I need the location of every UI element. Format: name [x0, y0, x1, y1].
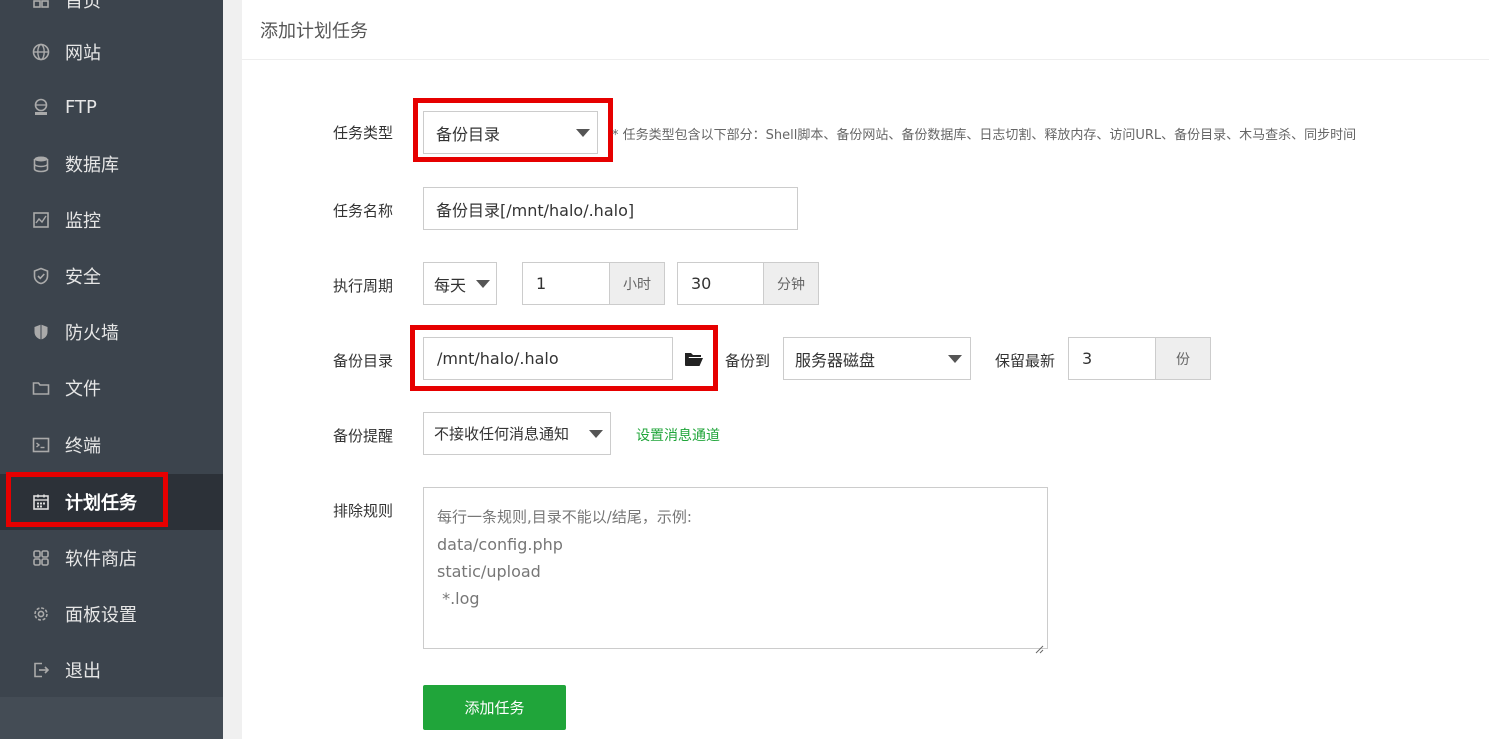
apps-grid-icon: [32, 549, 50, 567]
folder-icon: [32, 379, 50, 397]
sidebar: 首页 网站 FTP 数据库 监控 安全 防火墙 文件 终端 计划任务 软件商店 …: [0, 0, 223, 739]
backup-to-select[interactable]: 服务器磁盘: [783, 337, 971, 380]
minute-value: 30: [691, 274, 712, 293]
sidebar-item-database[interactable]: 数据库: [0, 136, 223, 192]
logout-icon: [32, 661, 50, 679]
database-icon: [32, 155, 50, 173]
sidebar-item-label: 首页: [65, 0, 101, 12]
task-type-label: 任务类型: [333, 124, 394, 142]
folder-open-icon: [684, 351, 704, 367]
notify-channel-link[interactable]: 设置消息通道: [636, 425, 720, 445]
folder-open-button[interactable]: [672, 337, 716, 380]
chevron-down-icon: [948, 355, 962, 363]
notify-label: 备份提醒: [333, 427, 394, 445]
terminal-icon: [32, 436, 50, 454]
backup-dir-value: /mnt/halo/.halo: [437, 349, 559, 368]
sidebar-item-app-store[interactable]: 软件商店: [0, 530, 223, 586]
sidebar-item-monitor[interactable]: 监控: [0, 192, 223, 248]
sidebar-item-label: 网站: [65, 43, 101, 64]
cycle-period-select[interactable]: 每天: [423, 262, 497, 305]
sidebar-item-label: 监控: [65, 211, 101, 232]
gear-icon: [32, 605, 50, 623]
keep-unit-addon: 份: [1155, 337, 1211, 380]
sidebar-item-settings[interactable]: 面板设置: [0, 586, 223, 642]
chevron-down-icon: [589, 430, 603, 438]
add-task-button[interactable]: 添加任务: [423, 685, 566, 730]
sidebar-item-label: 数据库: [65, 155, 119, 176]
shield-check-icon: [32, 267, 50, 285]
exclude-label: 排除规则: [333, 502, 394, 520]
globe-icon: [32, 43, 50, 61]
sidebar-item-label: 软件商店: [65, 549, 137, 570]
sidebar-item-cron[interactable]: 计划任务: [0, 474, 223, 530]
sidebar-item-label: 文件: [65, 379, 101, 400]
sidebar-item-label: 安全: [65, 267, 101, 288]
chevron-down-icon: [576, 129, 590, 137]
task-name-value: 备份目录[/mnt/halo/.halo]: [436, 200, 635, 220]
firewall-shield-icon: [32, 323, 50, 341]
ftp-icon: [32, 98, 50, 116]
exclude-placeholder-line: data/config.php: [437, 535, 563, 554]
exclude-placeholder-line: 每行一条规则,目录不能以/结尾，示例:: [437, 508, 692, 526]
exclude-placeholder-line: *.log: [437, 589, 480, 608]
sidebar-item-label: 防火墙: [65, 323, 119, 344]
page-title: 添加计划任务: [260, 21, 368, 42]
notify-value: 不接收任何消息通知: [434, 425, 570, 443]
backup-to-value: 服务器磁盘: [795, 350, 876, 370]
keep-latest-label: 保留最新: [995, 352, 1056, 370]
sidebar-item-website[interactable]: 网站: [0, 24, 223, 80]
sidebar-item-firewall[interactable]: 防火墙: [0, 304, 223, 360]
sidebar-footer: [0, 697, 223, 739]
keep-latest-input[interactable]: 3: [1068, 337, 1156, 380]
exclude-textarea[interactable]: 每行一条规则,目录不能以/结尾，示例: data/config.php stat…: [423, 487, 1048, 654]
hour-unit-addon: 小时: [609, 262, 665, 305]
minute-unit-addon: 分钟: [763, 262, 819, 305]
cycle-label: 执行周期: [333, 277, 394, 295]
chevron-down-icon: [476, 280, 490, 288]
monitor-icon: [32, 211, 50, 229]
sidebar-item-label: 计划任务: [65, 493, 137, 514]
task-type-hint: * 任务类型包含以下部分：Shell脚本、备份网站、备份数据库、日志切割、释放内…: [612, 128, 1357, 143]
sidebar-item-label: 面板设置: [65, 605, 137, 626]
sidebar-item-label: 终端: [65, 436, 101, 457]
task-name-input[interactable]: 备份目录[/mnt/halo/.halo]: [423, 187, 798, 230]
keep-latest-value: 3: [1082, 349, 1093, 368]
cycle-period-value: 每天: [434, 275, 467, 295]
home-icon: [32, 0, 50, 9]
sidebar-item-terminal[interactable]: 终端: [0, 417, 223, 473]
hour-input[interactable]: 1: [522, 262, 610, 305]
sidebar-item-ftp[interactable]: FTP: [0, 79, 223, 135]
resize-handle-icon[interactable]: [1034, 635, 1044, 654]
sidebar-item-security[interactable]: 安全: [0, 248, 223, 304]
task-name-label: 任务名称: [333, 202, 394, 220]
sidebar-item-logout[interactable]: 退出: [0, 642, 223, 698]
backup-dir-input[interactable]: /mnt/halo/.halo: [423, 337, 673, 380]
backup-to-label: 备份到: [725, 352, 771, 370]
task-type-select[interactable]: 备份目录: [423, 111, 598, 154]
minute-input[interactable]: 30: [677, 262, 764, 305]
exclude-placeholder-line: static/upload: [437, 562, 541, 581]
sidebar-item-files[interactable]: 文件: [0, 360, 223, 416]
page-header: 添加计划任务: [242, 0, 1489, 60]
calendar-icon: [32, 493, 50, 511]
sidebar-item-label: FTP: [65, 96, 97, 118]
backup-dir-label: 备份目录: [333, 352, 394, 370]
notify-select[interactable]: 不接收任何消息通知: [423, 412, 611, 455]
hour-value: 1: [536, 274, 547, 293]
task-type-value: 备份目录: [436, 124, 501, 144]
sidebar-item-label: 退出: [65, 661, 101, 682]
